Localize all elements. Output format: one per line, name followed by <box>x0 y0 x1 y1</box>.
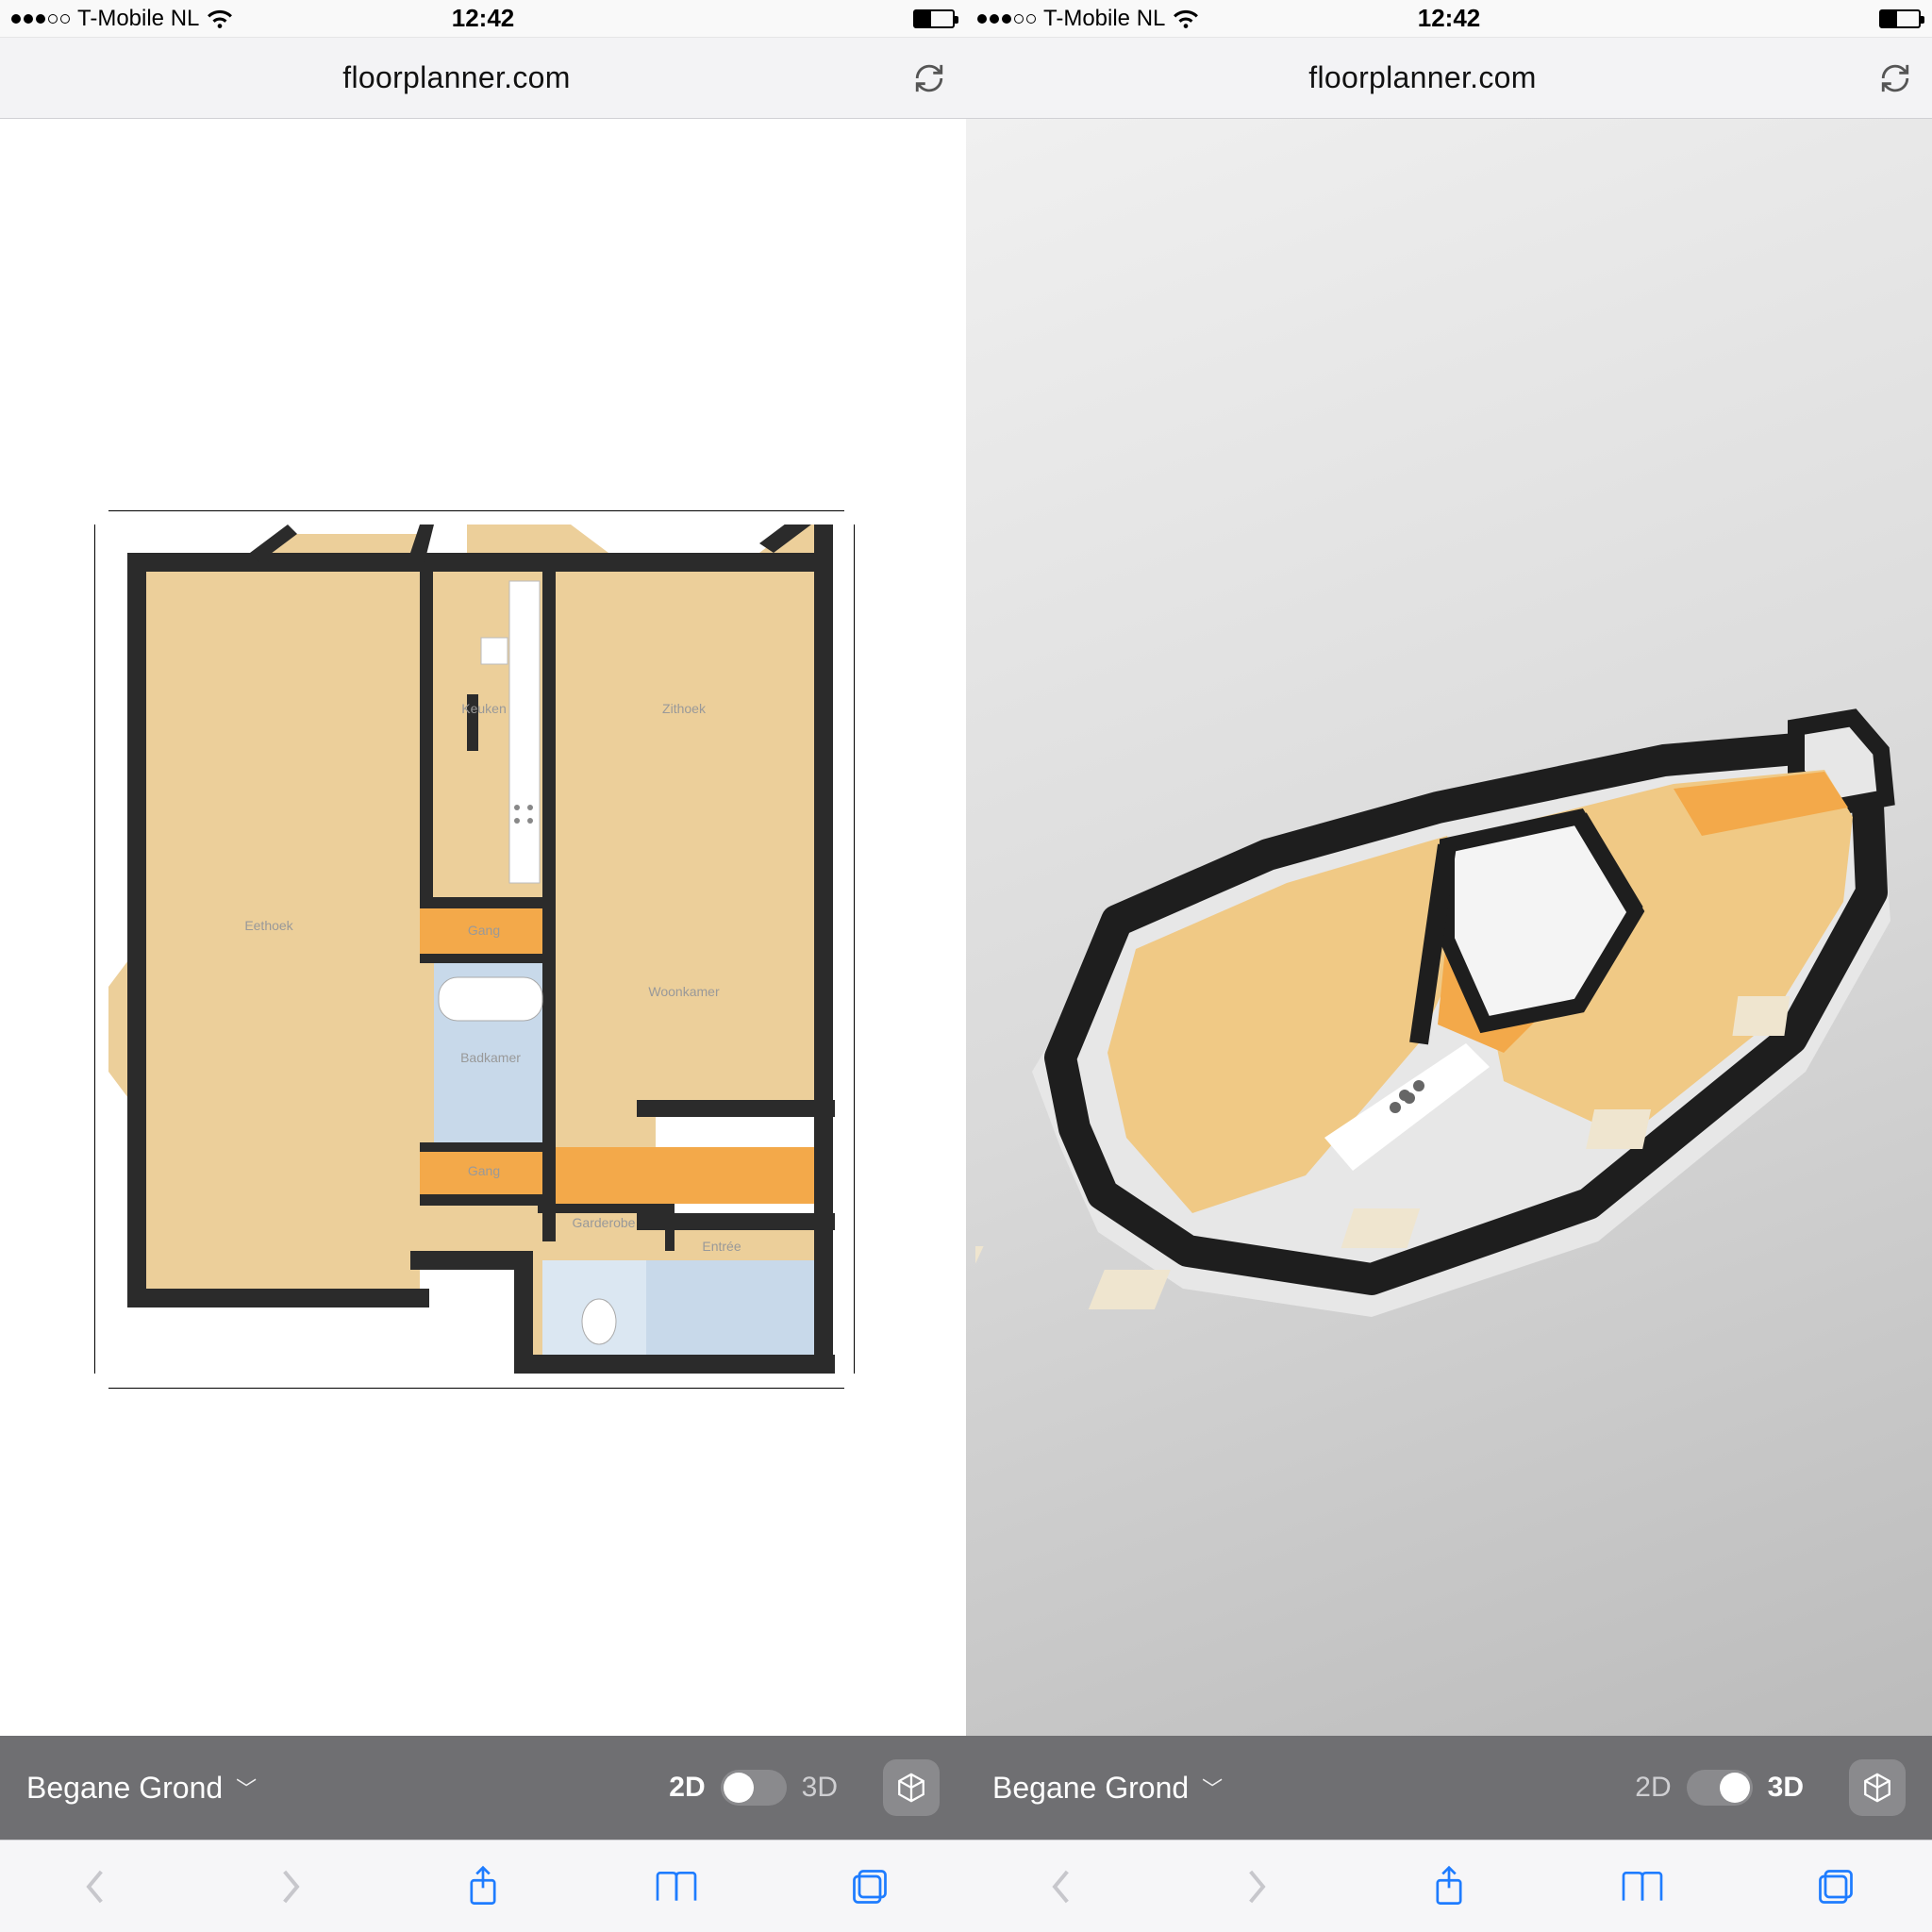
toggle-3d-label[interactable]: 3D <box>1768 1772 1804 1804</box>
cube-icon[interactable] <box>1849 1759 1906 1816</box>
view-switch[interactable] <box>1687 1770 1753 1806</box>
toggle-2d-label[interactable]: 2D <box>669 1772 705 1804</box>
clock: 12:42 <box>1418 4 1481 33</box>
carrier-label: T-Mobile NL <box>1043 6 1165 32</box>
label-eethoek: Eethoek <box>244 918 293 933</box>
back-button[interactable] <box>49 1858 143 1915</box>
safari-url-bar[interactable]: floorplanner.com <box>0 38 966 119</box>
reload-icon[interactable] <box>1877 60 1913 96</box>
wifi-icon <box>1173 8 1199 29</box>
view-toggle[interactable]: 2D 3D <box>1635 1770 1804 1806</box>
floor-label: Begane Grond <box>26 1771 223 1806</box>
chevron-down-icon: ﹀ <box>1202 1773 1223 1803</box>
canvas-3d[interactable]: Begane Grond ﹀ 2D 3D <box>966 119 1932 1840</box>
floor-selector[interactable]: Begane Grond ﹀ <box>26 1771 257 1806</box>
tabs-button[interactable] <box>1789 1858 1883 1915</box>
screen-3d: T-Mobile NL 12:42 floorplanner.com <box>966 0 1932 1932</box>
chevron-down-icon: ﹀ <box>236 1773 257 1803</box>
label-keuken: Keuken <box>461 701 506 716</box>
carrier-label: T-Mobile NL <box>77 6 199 32</box>
label-entree: Entrée <box>702 1239 741 1254</box>
label-gang2: Gang <box>468 1163 500 1178</box>
ios-status-bar: T-Mobile NL 12:42 <box>0 0 966 38</box>
view-switch[interactable] <box>721 1770 787 1806</box>
forward-button[interactable] <box>1208 1858 1303 1915</box>
back-button[interactable] <box>1015 1858 1109 1915</box>
bookmarks-button[interactable] <box>629 1858 724 1915</box>
label-woonkamer: Woonkamer <box>648 984 720 999</box>
url-text[interactable]: floorplanner.com <box>19 60 894 95</box>
label-badkamer: Badkamer <box>460 1050 521 1065</box>
app-toolbar: Begane Grond ﹀ 2D 3D <box>0 1736 966 1840</box>
label-gang1: Gang <box>468 923 500 938</box>
battery-icon <box>913 9 955 28</box>
floorplan-2d[interactable]: Eethoek Keuken Zithoek Gang Badkamer Woo… <box>108 525 844 1392</box>
url-text[interactable]: floorplanner.com <box>985 60 1860 95</box>
cube-icon[interactable] <box>883 1759 940 1816</box>
share-button[interactable] <box>1402 1858 1496 1915</box>
signal-strength-icon <box>977 14 1036 24</box>
floorplan-3d[interactable] <box>975 515 1919 1383</box>
floor-label: Begane Grond <box>992 1771 1189 1806</box>
floor-selector[interactable]: Begane Grond ﹀ <box>992 1771 1223 1806</box>
safari-bottom-nav <box>966 1840 1932 1932</box>
toggle-2d-label[interactable]: 2D <box>1635 1772 1671 1804</box>
safari-url-bar[interactable]: floorplanner.com <box>966 38 1932 119</box>
reload-icon[interactable] <box>911 60 947 96</box>
signal-strength-icon <box>11 14 70 24</box>
clock: 12:42 <box>452 4 515 33</box>
toggle-3d-label[interactable]: 3D <box>802 1772 838 1804</box>
screen-2d: T-Mobile NL 12:42 floorplanner.com <box>0 0 966 1932</box>
view-toggle[interactable]: 2D 3D <box>669 1770 838 1806</box>
safari-bottom-nav <box>0 1840 966 1932</box>
canvas-2d[interactable]: Eethoek Keuken Zithoek Gang Badkamer Woo… <box>0 119 966 1840</box>
forward-button[interactable] <box>242 1858 337 1915</box>
label-zithoek: Zithoek <box>662 701 707 716</box>
share-button[interactable] <box>436 1858 530 1915</box>
tabs-button[interactable] <box>823 1858 917 1915</box>
wifi-icon <box>207 8 233 29</box>
app-toolbar: Begane Grond ﹀ 2D 3D <box>966 1736 1932 1840</box>
bookmarks-button[interactable] <box>1595 1858 1690 1915</box>
label-garderobe: Garderobe <box>573 1215 636 1230</box>
battery-icon <box>1879 9 1921 28</box>
ios-status-bar: T-Mobile NL 12:42 <box>966 0 1932 38</box>
